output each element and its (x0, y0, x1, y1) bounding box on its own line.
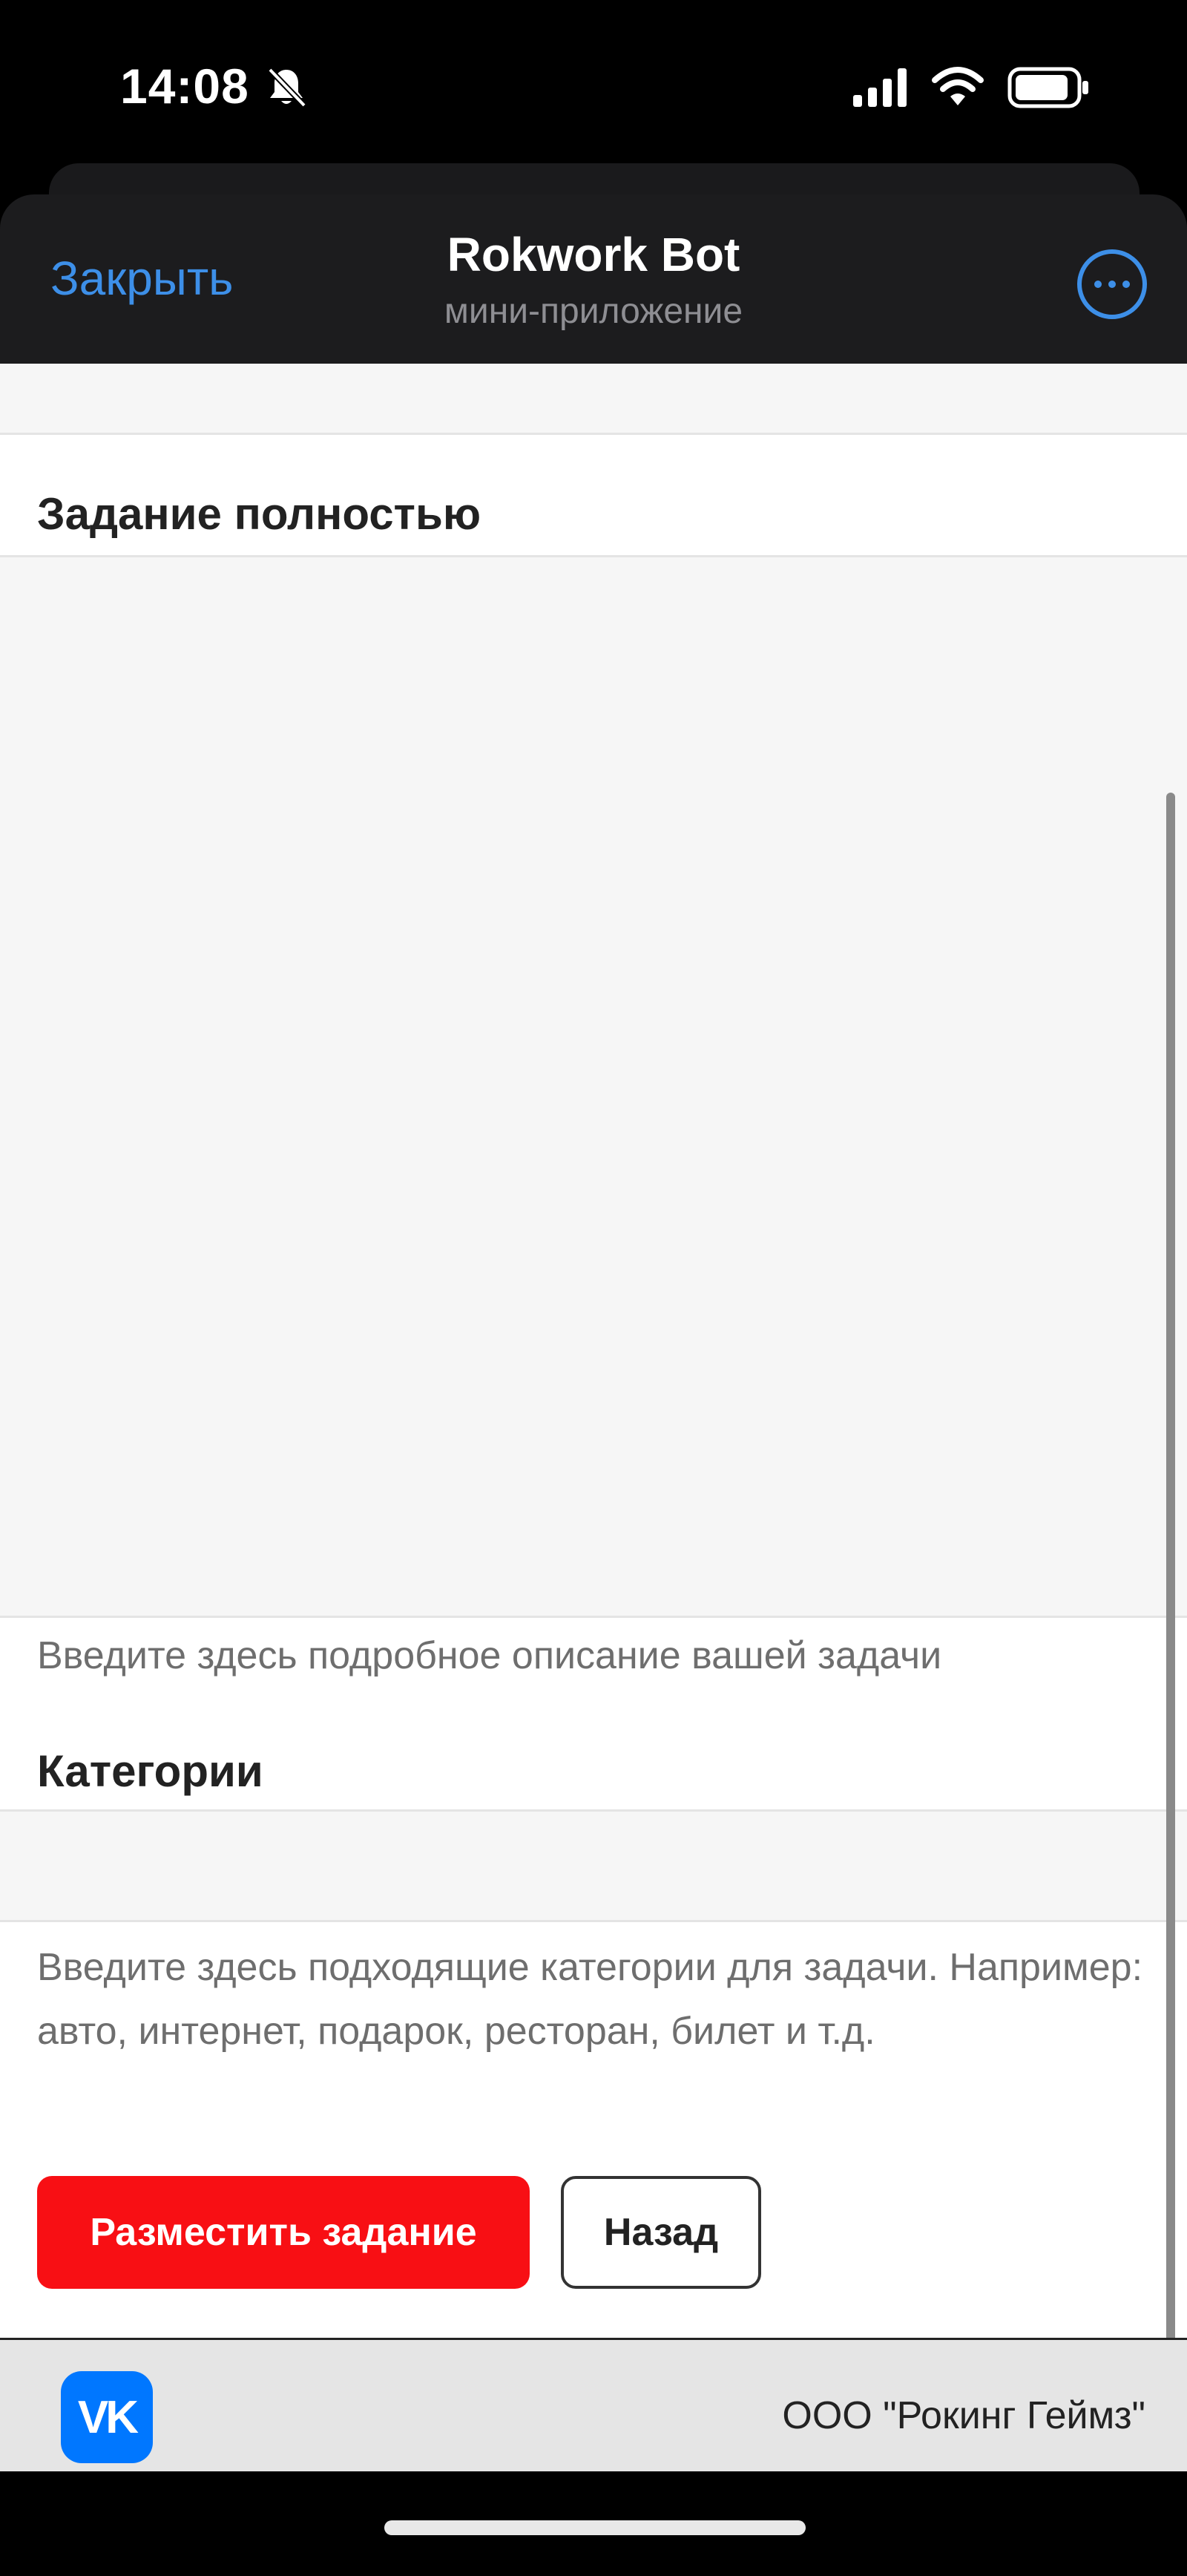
categories-input[interactable] (0, 1809, 1187, 1922)
screen: 14:08 Закрыть Rokwork Bot мини-приложени… (0, 0, 1187, 2576)
bell-off-icon (268, 68, 306, 108)
submit-task-button[interactable]: Разместить задание (37, 2176, 530, 2289)
back-button[interactable]: Назад (561, 2176, 761, 2289)
more-dot (1122, 281, 1130, 288)
top-input-field[interactable] (0, 364, 1187, 435)
more-dot (1094, 281, 1102, 288)
signal-icon (853, 68, 907, 107)
footer: VK ООО "Рокинг Геймз" (0, 2338, 1187, 2471)
categories-label: Категории (37, 1746, 263, 1796)
home-indicator[interactable] (384, 2520, 806, 2535)
task-label: Задание полностью (37, 489, 481, 539)
more-dot (1108, 281, 1116, 288)
form-content: Задание полностью Введите здесь подробно… (0, 364, 1187, 2338)
task-description-textarea[interactable] (0, 555, 1187, 1618)
scrollbar[interactable] (1166, 793, 1175, 2363)
status-time: 14:08 (120, 59, 249, 114)
vk-logo-icon[interactable]: VK (61, 2371, 153, 2463)
task-hint: Введите здесь подробное описание вашей з… (37, 1634, 942, 1677)
app-title: Rokwork Bot (447, 228, 740, 281)
app-subtitle: мини-приложение (444, 292, 743, 331)
wifi-icon (932, 67, 984, 105)
company-name: ООО "Рокинг Геймз" (782, 2394, 1145, 2437)
more-icon[interactable] (1077, 249, 1147, 319)
status-bar: 14:08 (0, 0, 1187, 171)
categories-hint: Введите здесь подходящие категории для з… (37, 1946, 1143, 2053)
battery-icon (1007, 67, 1088, 108)
